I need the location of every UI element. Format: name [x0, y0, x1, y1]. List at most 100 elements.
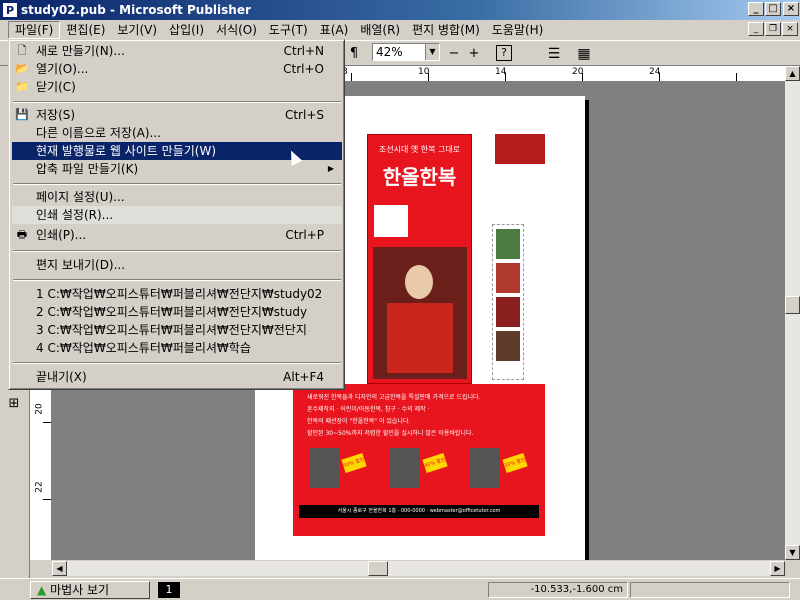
zoom-out-button[interactable]: − [446, 44, 462, 64]
desc-line: 혼수제작지 · 어린이/아동한복, 침구 · 수의 제작 · [307, 406, 430, 413]
scroll-left-icon[interactable]: ◀ [52, 561, 67, 576]
document-window-controls: _ ❐ × [748, 22, 798, 36]
minimize-button[interactable]: _ [748, 2, 764, 16]
menu-label: 다른 이름으로 저장(A)... [36, 126, 161, 140]
zoom-in-button[interactable]: + [466, 44, 482, 64]
ruler-label: 22 [34, 481, 45, 493]
menu-label: 페이지 설정(U)... [36, 190, 125, 204]
product-photo [390, 448, 420, 488]
doc-restore-button[interactable]: ❐ [765, 22, 781, 36]
thumbnail-image [496, 331, 520, 361]
menu-label: 새로 만들기(N)... [36, 44, 125, 58]
wizard-label: 마법사 보기 [50, 583, 110, 597]
menu-shortcut: Alt+F4 [283, 370, 324, 384]
menu-exit[interactable]: 끝내기(X) Alt+F4 [12, 368, 342, 386]
product-photo [470, 448, 500, 488]
menu-arrange[interactable]: 배열(R) [354, 21, 406, 39]
menu-save[interactable]: 💾 저장(S) Ctrl+S [12, 106, 342, 124]
format-painter-icon[interactable]: ☰ [542, 44, 566, 64]
menu-separator [13, 279, 341, 281]
publisher-app-icon[interactable]: P [2, 2, 18, 18]
window-title: study02.pub - Microsoft Publisher [21, 3, 251, 17]
menu-label: 끝내기(X) [36, 370, 87, 384]
menu-view[interactable]: 보기(V) [111, 21, 163, 39]
desc-line: 한복의 패션장이 "한올한복" 이 있습니다. [307, 418, 411, 425]
menu-insert[interactable]: 삽입(I) [163, 21, 210, 39]
ruler-tick [351, 73, 352, 81]
help-button[interactable]: ? [496, 45, 512, 61]
page-navigator[interactable]: 1 [158, 582, 180, 598]
ruler-label: 20 [572, 67, 584, 77]
menu-format[interactable]: 서식(O) [210, 21, 263, 39]
ruler-tick [43, 422, 51, 423]
save-icon: 💾 [15, 108, 29, 121]
menu-recent-file-3[interactable]: 3 C:₩작업₩오피스튜터₩퍼블리셔₩전단지₩전단지 [12, 321, 342, 339]
chevron-down-icon[interactable]: ▼ [425, 44, 439, 60]
flyer-description: 새로워진 한복들과 디자인의 고급한복을 특설판매 가격으로 드립니다. 혼수제… [307, 392, 533, 440]
horizontal-scrollbar[interactable]: ◀ ▶ [52, 560, 785, 576]
thumbnail-image [496, 229, 520, 259]
zoom-select[interactable]: 42% ▼ [372, 43, 440, 61]
scroll-right-icon[interactable]: ▶ [770, 561, 785, 576]
model-photo [373, 247, 467, 379]
menu-label: 인쇄 설정(R)... [36, 208, 114, 222]
menu-label: 열기(O)... [36, 62, 89, 76]
roof-ornament-right [495, 134, 545, 164]
thumbnail-column [492, 224, 524, 380]
design-gallery-icon[interactable]: ⊞ [3, 396, 25, 414]
flyer-tagline: 조선시대 옛 한복 그대로 [378, 145, 461, 154]
ruler-label: 14 [495, 67, 507, 77]
menu-table[interactable]: 표(A) [314, 21, 355, 39]
menu-shortcut: Ctrl+N [283, 44, 324, 58]
menu-label: 현재 발행물로 웹 사이트 만들기(W) [36, 144, 217, 158]
menu-label: 닫기(C) [36, 80, 76, 94]
ruler-label: 20 [34, 403, 45, 415]
menu-edit[interactable]: 편집(E) [60, 21, 111, 39]
menu-recent-file-4[interactable]: 4 C:₩작업₩오피스튜터₩퍼블리셔₩학습 [12, 339, 342, 357]
ruler-tick [43, 499, 51, 500]
close-button[interactable]: × [783, 2, 799, 16]
thumbnail-image [496, 297, 520, 327]
menu-separator [13, 183, 341, 185]
menu-print[interactable]: 🖶 인쇄(P)... Ctrl+P [12, 226, 342, 244]
model-hanbok [387, 303, 453, 373]
show-special-chars-button[interactable]: ¶ [346, 44, 362, 64]
show-wizard-button[interactable]: ▲ 마법사 보기 [30, 581, 150, 599]
title-banner: 조선시대 옛 한복 그대로 한올한복 [367, 134, 472, 384]
menu-new[interactable]: 🗋 새로 만들기(N)... Ctrl+N [12, 42, 342, 60]
menu-close[interactable]: 📁 닫기(C) [12, 78, 342, 96]
model-face [405, 265, 433, 299]
doc-minimize-button[interactable]: _ [748, 22, 764, 36]
menu-recent-file-2[interactable]: 2 C:₩작업₩오피스튜터₩퍼블리셔₩전단지₩study [12, 303, 342, 321]
menu-mail-merge[interactable]: 편지 병합(M) [406, 21, 486, 39]
vertical-scroll-thumb[interactable] [785, 296, 800, 314]
file-menu-dropdown: 🗋 새로 만들기(N)... Ctrl+N 📂 열기(O)... Ctrl+O 📁 닫기(… [8, 39, 345, 390]
scroll-down-icon[interactable]: ▼ [785, 545, 800, 560]
menu-help[interactable]: 도움말(H) [486, 21, 550, 39]
menu-label: 2 C:₩작업₩오피스튜터₩퍼블리셔₩전단지₩study [36, 305, 308, 319]
menu-send-mail[interactable]: 편지 보내기(D)... [12, 256, 342, 274]
vertical-scrollbar[interactable]: ▲ ▼ [785, 66, 800, 560]
menu-print-setup[interactable]: 인쇄 설정(R)... [12, 206, 342, 224]
desc-line: 할인된 30~50%까지 저렴한 할인을 실시하니 많은 이용바랍니다. [307, 430, 474, 437]
object-properties-icon[interactable]: ▦ [572, 44, 596, 64]
ruler-label: 10 [418, 67, 430, 77]
menu-save-as[interactable]: 다른 이름으로 저장(A)... [12, 124, 342, 142]
maximize-button[interactable]: □ [765, 2, 781, 16]
menu-open[interactable]: 📂 열기(O)... Ctrl+O [12, 60, 342, 78]
menu-label: 압축 파일 만들기(K) [36, 162, 139, 176]
doc-close-button[interactable]: × [782, 22, 798, 36]
submenu-arrow-icon: ▶ [327, 164, 334, 173]
desc-line: 새로워진 한복들과 디자인의 고급한복을 특설판매 가격으로 드립니다. [307, 394, 481, 401]
scroll-up-icon[interactable]: ▲ [785, 66, 800, 81]
menu-file[interactable]: 파일(F) [8, 21, 61, 39]
new-doc-icon: 🗋 [17, 44, 27, 57]
menu-tools[interactable]: 도구(T) [263, 21, 314, 39]
open-folder-icon: 📂 [15, 62, 29, 75]
menu-label: 편지 보내기(D)... [36, 258, 126, 272]
menu-recent-file-1[interactable]: 1 C:₩작업₩오피스튜터₩퍼블리셔₩전단지₩study02 [12, 285, 342, 303]
menu-page-setup[interactable]: 페이지 설정(U)... [12, 188, 342, 206]
horizontal-scroll-thumb[interactable] [368, 561, 388, 576]
object-size-display [630, 582, 790, 598]
flyer-footer: 서울시 종로구 한올한복 1층 · 000-0000 · webmaster@o… [299, 505, 539, 518]
